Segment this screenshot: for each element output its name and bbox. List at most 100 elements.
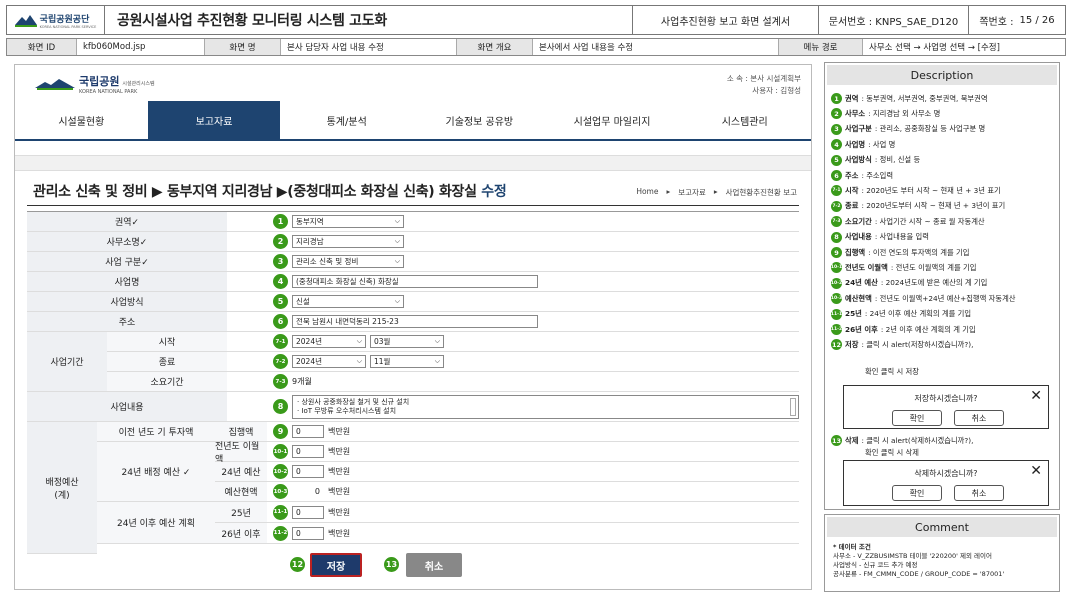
category-select[interactable]: 관리소 신축 및 정비 ⌵ xyxy=(292,255,404,268)
description-text: : 전년도 이월액의 계를 기입 xyxy=(890,262,977,272)
content-line-1: · 상원사 공중화장실 철거 및 신규 설치 xyxy=(297,397,410,406)
save-dialog-ok-button[interactable]: 확인 xyxy=(892,410,942,426)
description-item: 10-2 24년 예산 : 2024년도에 받은 예산의 계 기입 xyxy=(831,277,987,289)
delete-dialog-ok-button[interactable]: 확인 xyxy=(892,485,942,501)
crumb-home[interactable]: Home xyxy=(636,187,658,198)
description-text: : 클릭 시 alert(저장하시겠습니까?), xyxy=(861,339,974,349)
description-text: : 클릭 시 alert(삭제하시겠습니까?), xyxy=(861,435,974,445)
description-key: 시작 xyxy=(845,185,859,195)
description-badge: 3 xyxy=(831,123,842,135)
content-line-2: · IoT 무방류 오수처리시스템 설치 xyxy=(297,406,397,415)
start-row: 7-1 2024년 ⌵ 03월 ⌵ xyxy=(227,332,799,352)
description-badge: 9 xyxy=(831,247,842,258)
unit: 백만원 xyxy=(328,447,351,456)
region-select[interactable]: 동부지역 ⌵ xyxy=(292,215,404,228)
start-label: 시작 xyxy=(107,332,227,352)
page-label: 쪽번호 : xyxy=(979,16,1014,28)
save-button[interactable]: 저장 xyxy=(310,553,362,577)
category-row: 3 관리소 신축 및 정비 ⌵ xyxy=(227,252,799,272)
screen-id-label: 화면 ID xyxy=(7,39,77,55)
y25-input[interactable]: 0 xyxy=(292,505,324,519)
badge-11-1: 11-1 xyxy=(273,504,288,520)
description-key: 예산현액 xyxy=(845,293,872,303)
app-brand[interactable]: 국립공원 시설관리시스템 KOREA NATIONAL PARK xyxy=(35,73,155,95)
unit: 백만원 xyxy=(328,507,351,517)
prev-unexec-label: 전년도 이월액 xyxy=(215,442,267,465)
description-item: 1 권역 : 동부권역, 서부권역, 중부권역, 북부권역 xyxy=(831,93,988,104)
org-sub: KOREA NATIONAL PARK SERVICE xyxy=(39,24,97,29)
description-item: 3 사업구분 : 관리소, 공중화장실 등 사업구분 명 xyxy=(831,123,985,135)
exec-input[interactable]: 0 xyxy=(292,425,324,438)
address-input[interactable]: 전북 남원시 내면덕동리 215-23 xyxy=(292,315,538,328)
chevron-down-icon: ⌵ xyxy=(356,357,362,365)
content-textarea[interactable]: · 상원사 공중화장실 철거 및 신규 설치 · IoT 무방류 오수처리시스템… xyxy=(292,394,799,419)
project-label: 사업명 xyxy=(27,272,227,292)
project-name-input[interactable]: (중청대피소 화장실 신축) 화장실 xyxy=(292,275,538,288)
description-text: : 2020년도 부터 시작 ~ 현재 년 + 3년 표기 xyxy=(861,185,1001,195)
tab-reports[interactable]: 보고자료 xyxy=(147,101,281,139)
page-number: 쪽번호 : 15 / 26 xyxy=(969,6,1065,34)
user-info: 소 속 : 본사 시설계획부 사용자 : 김형성 xyxy=(727,73,801,97)
start-month-select[interactable]: 03월 ⌵ xyxy=(370,335,444,348)
scrollbar[interactable] xyxy=(790,397,796,416)
chevron-down-icon: ⌵ xyxy=(394,297,400,305)
close-icon[interactable]: ✕ xyxy=(1030,388,1042,404)
page-title-accent: 수정 xyxy=(481,184,507,200)
description-key: 24년 예산 xyxy=(845,278,878,288)
unit: 백만원 xyxy=(328,528,351,538)
office-row: 2 지리경남 ⌵ xyxy=(227,232,799,252)
save-dialog-msg: 저장하시겠습니까? xyxy=(914,394,978,403)
office-select[interactable]: 지리경남 ⌵ xyxy=(292,235,404,248)
org-logo: 국립공원공단 KOREA NATIONAL PARK SERVICE xyxy=(7,6,105,34)
tab-tech-share[interactable]: 기술정보 공유방 xyxy=(413,101,546,139)
method-select[interactable]: 신설 ⌵ xyxy=(292,295,404,308)
main-nav: 시설물현황 보고자료 통계/분석 기술정보 공유방 시설업무 마일리지 시스템관… xyxy=(15,101,811,141)
tab-facility-status[interactable]: 시설물현황 xyxy=(15,101,148,139)
description-badge: 10-3 xyxy=(831,293,842,305)
description-text: : 사업 명 xyxy=(868,139,896,149)
y26-row: 11-2 0 백만원 xyxy=(267,523,799,544)
tab-mileage[interactable]: 시설업무 마일리지 xyxy=(546,101,679,139)
end-month-select[interactable]: 11월 ⌵ xyxy=(370,355,444,368)
chevron-down-icon: ⌵ xyxy=(394,237,400,245)
overview-label: 화면 개요 xyxy=(457,39,533,55)
y25-row: 11-1 0 백만원 xyxy=(267,502,799,523)
save-dialog-cancel-button[interactable]: 취소 xyxy=(954,410,1004,426)
b24-budget-input[interactable]: 0 xyxy=(292,465,324,478)
y26-input[interactable]: 0 xyxy=(292,526,324,540)
badge-6: 6 xyxy=(273,314,288,329)
tab-system-admin[interactable]: 시스템관리 xyxy=(678,101,811,139)
description-item: 11-1 25년 : 24년 이후 예산 계획의 계를 기입 xyxy=(831,308,971,320)
menu-path-label: 메뉴 경로 xyxy=(779,39,863,55)
crumb-reports[interactable]: 보고자료 xyxy=(678,187,706,198)
crumb-current: 사업현황추진현황 보고 xyxy=(725,188,797,197)
description-item: 9 집행액 : 이전 연도의 투자액의 계를 기입 xyxy=(831,247,969,258)
description-badge: 8 xyxy=(831,231,842,243)
category-label: 사업 구분✓ xyxy=(27,252,227,272)
delete-dialog-cancel-button[interactable]: 취소 xyxy=(954,485,1004,501)
badge-1: 1 xyxy=(273,214,288,229)
end-year-select[interactable]: 2024년 ⌵ xyxy=(292,355,366,368)
org-name: 국립공원공단 xyxy=(39,14,90,25)
b24-label: 24년 배정 예산 ✓ xyxy=(97,442,215,502)
description-badge: 1 xyxy=(831,93,842,104)
badge-5: 5 xyxy=(273,294,288,309)
tab-statistics[interactable]: 통계/분석 xyxy=(280,101,413,139)
close-icon[interactable]: ✕ xyxy=(1030,463,1042,479)
prev-unexec-input[interactable]: 0 xyxy=(292,445,324,458)
mountain-logo-icon xyxy=(14,15,37,27)
description-item: 7-3 소요기간 : 사업기간 시작 ~ 종료 월 자동계산 xyxy=(831,216,985,228)
description-key: 사업방식 xyxy=(845,155,872,165)
end-label: 종료 xyxy=(107,352,227,372)
description-key: 집행액 xyxy=(845,247,866,257)
b24-budget-label: 24년 예산 xyxy=(215,462,267,482)
comment-line: 사무소 - V_ZZBUSIMSTB 테이블 '220200' 제외 레이어 xyxy=(833,552,992,560)
title-divider xyxy=(27,205,799,206)
brand-name: 국립공원 xyxy=(79,75,120,88)
description-key: 사업구분 xyxy=(845,124,872,134)
badge-10-3: 10-3 xyxy=(273,484,288,499)
region-row: 1 동부지역 ⌵ xyxy=(227,212,799,232)
description-key: 사무소 xyxy=(845,108,866,118)
cancel-button[interactable]: 취소 xyxy=(406,553,462,577)
start-year-select[interactable]: 2024년 ⌵ xyxy=(292,335,366,348)
